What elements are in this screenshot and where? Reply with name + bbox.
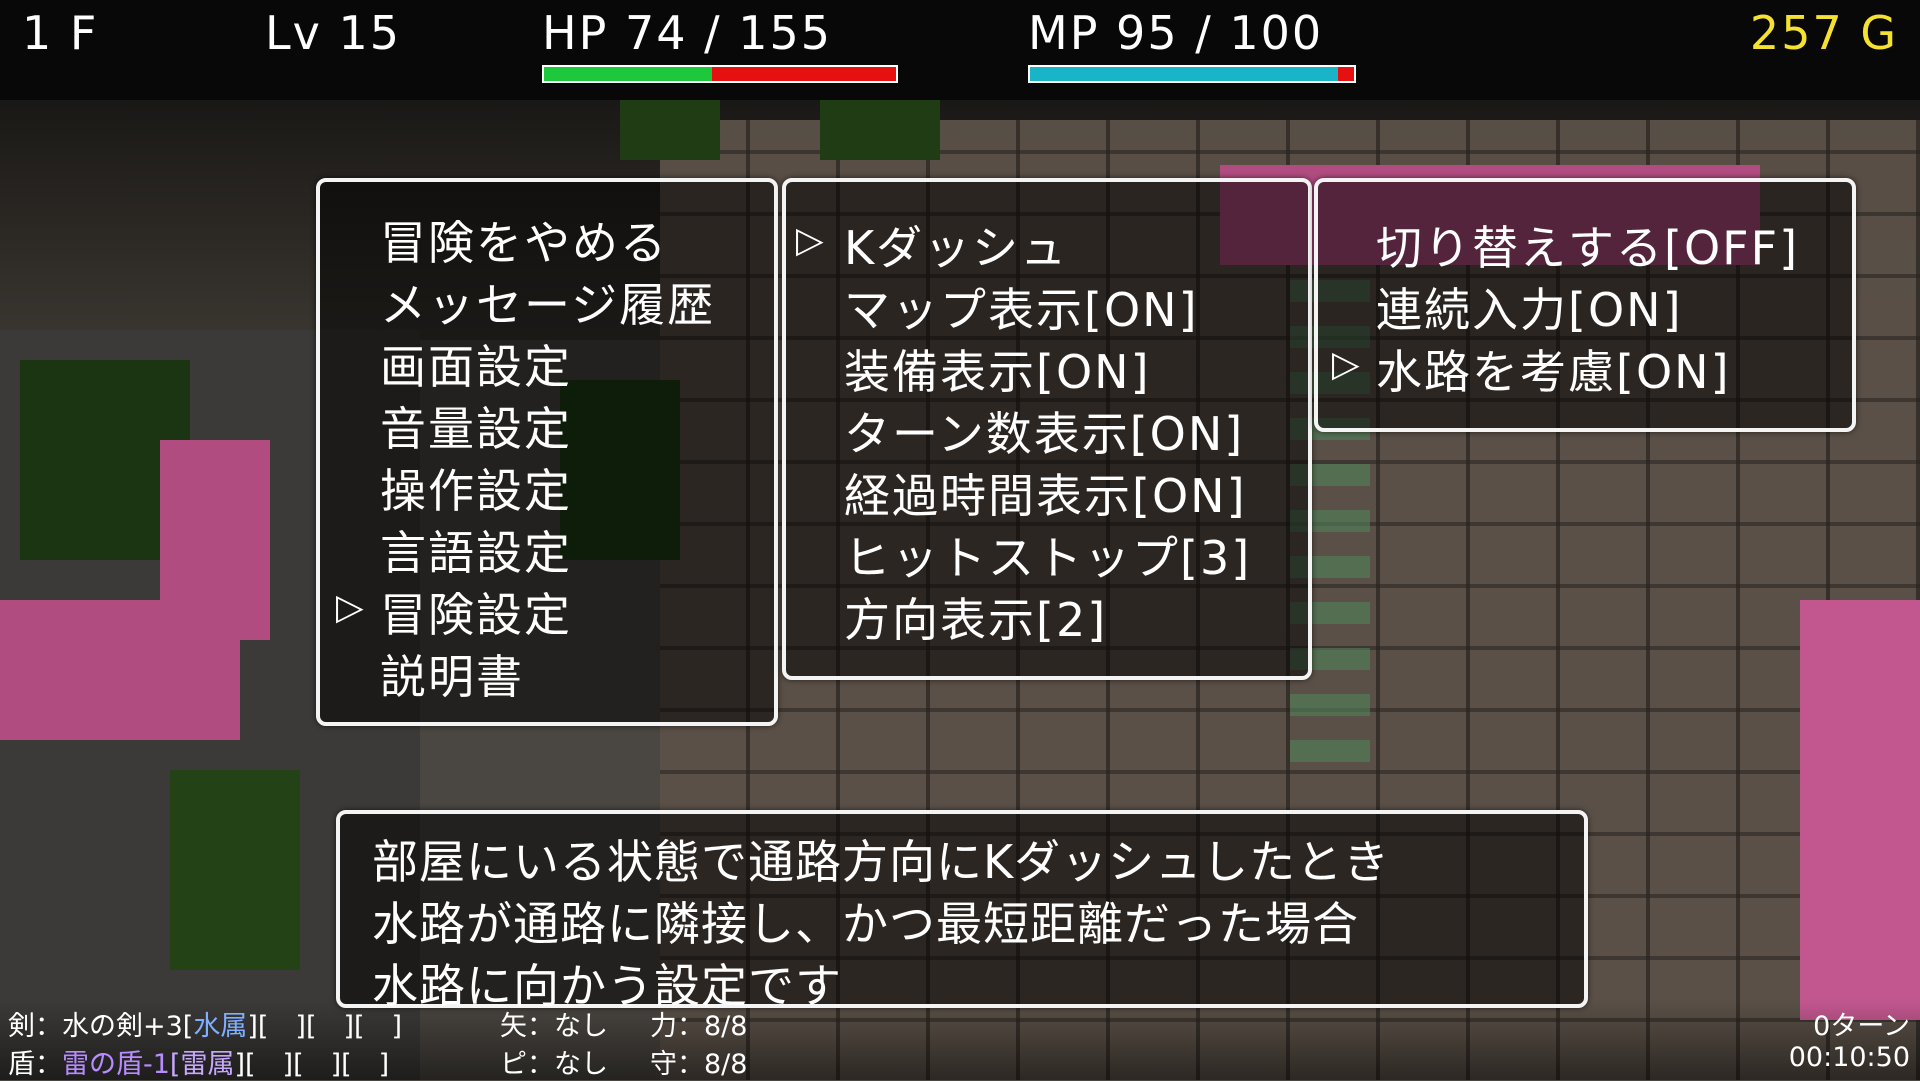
guard-status: 守：8/8 [650,1049,748,1080]
main-menu-item[interactable]: 説明書 [380,641,524,707]
mp-text: MP 95 / 100 [1028,6,1324,60]
kdash-menu-item[interactable]: 連続入力[ON] [1376,274,1683,340]
shield-label: 盾： [8,1049,62,1080]
adventure-menu-item[interactable]: ターン数表示[ON] [844,398,1244,464]
shield-name: 雷の盾-1 [62,1049,170,1080]
kdash-settings-panel: ▷ 切り替えする[OFF] 連続入力[ON] 水路を考慮[ON] [1314,178,1856,432]
main-menu-panel: ▷ 冒険をやめる メッセージ履歴 画面設定 音量設定 操作設定 言語設定 冒険設… [316,178,778,726]
turn-counter: 0ターン [1813,1011,1910,1042]
adventure-menu-cursor-icon: ▷ [796,220,824,261]
main-menu-item[interactable]: 音量設定 [380,393,572,459]
adventure-menu-item-selected[interactable]: Kダッシュ [844,212,1068,278]
shield-slots: ][ ][ ][ ] [234,1049,390,1080]
description-line: 水路が通路に隣接し、かつ最短距離だった場合 [372,897,1359,951]
adventure-menu-item[interactable]: 経過時間表示[ON] [844,460,1247,526]
arrow-status: 矢：なし [500,1011,608,1042]
power-status: 力：8/8 [650,1011,748,1042]
weapon-slots: ][ ][ ][ ] [247,1011,403,1042]
hp-bar-fill [544,67,712,81]
weapon-label: 剣：水の剣+3[ [8,1011,194,1042]
shield-element: [雷属 [169,1049,235,1080]
mp-bar [1028,65,1356,83]
floor-indicator: 1 F [22,6,99,60]
shield-status: 盾：雷の盾-1[雷属][ ][ ][ ] [8,1042,389,1081]
kdash-menu-cursor-icon: ▷ [1332,344,1360,385]
main-menu-item[interactable]: 言語設定 [380,517,572,583]
adventure-menu-item[interactable]: 装備表示[ON] [844,336,1151,402]
adventure-menu-item[interactable]: マップ表示[ON] [844,274,1199,340]
elapsed-time: 00:10:50 [1788,1042,1910,1073]
main-menu-item[interactable]: メッセージ履歴 [380,269,715,335]
main-menu-item[interactable]: 画面設定 [380,331,572,397]
description-line: 部屋にいる状態で通路方向にKダッシュしたとき [372,835,1391,889]
main-menu-item[interactable]: 冒険をやめる [380,207,668,273]
hp-text: HP 74 / 155 [542,6,833,60]
main-menu-item[interactable]: 操作設定 [380,455,572,521]
hp-bar [542,65,898,83]
main-menu-item-selected[interactable]: 冒険設定 [380,579,572,645]
adventure-menu-item[interactable]: ヒットストップ[3] [844,522,1251,588]
description-panel: 部屋にいる状態で通路方向にKダッシュしたとき 水路が通路に隣接し、かつ最短距離だ… [336,810,1588,1013]
weapon-element: 水属 [193,1011,248,1042]
kdash-menu-item-selected[interactable]: 水路を考慮[ON] [1376,336,1731,402]
adventure-settings-panel: ▷ Kダッシュ マップ表示[ON] 装備表示[ON] ターン数表示[ON] 経過… [782,178,1312,680]
weapon-status: 剣：水の剣+3[水属][ ][ ][ ] [8,1004,402,1043]
level-indicator: Lv 15 [265,6,402,60]
pot-status: ピ：なし [500,1049,608,1080]
adventure-menu-item[interactable]: 方向表示[2] [844,584,1107,650]
main-menu-cursor-icon: ▷ [336,587,364,628]
mp-bar-fill [1030,67,1338,81]
gold-counter: 257 G [1749,6,1898,60]
kdash-menu-item[interactable]: 切り替えする[OFF] [1376,212,1799,278]
